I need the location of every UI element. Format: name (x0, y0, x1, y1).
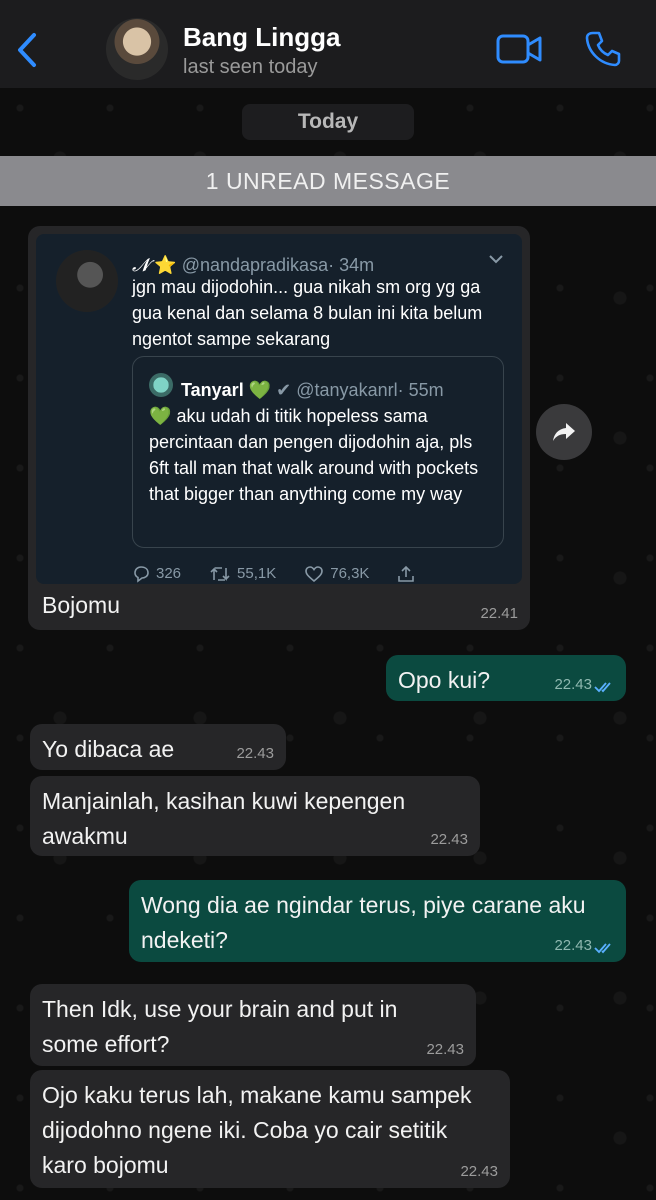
like-count: 76,3K (330, 565, 370, 582)
tweet-text: jgn mau dijodohin... gua nikah sm org yg… (132, 277, 483, 349)
retweet-stat: 55,1K (209, 556, 276, 591)
message-time: 22.43 (430, 831, 468, 848)
contact-name[interactable]: Bang Lingga (183, 22, 340, 53)
message-time: 22.41 (480, 605, 518, 622)
verified-badge-icon: ✔ (276, 380, 292, 400)
message-bubble-tweet[interactable]: 𝓝 ⭐ @nandapradikasa· 34m jgn mau dijodoh… (28, 226, 530, 630)
quoted-tweet: Tanyarl 💚 ✔ @tanyakanrl· 55m 💚 aku udah … (132, 356, 504, 548)
tweet-author-avatar (56, 250, 118, 312)
unread-banner: 1 UNREAD MESSAGE (0, 156, 656, 206)
forward-button[interactable] (536, 404, 592, 460)
quoted-author-avatar (149, 373, 173, 397)
message-bubble-incoming[interactable]: Then Idk, use your brain and put in some… (30, 984, 476, 1066)
back-chevron-icon[interactable] (12, 30, 42, 70)
tweet-actions: 326 55,1K 76,3K (132, 556, 415, 591)
quoted-handle: @tanyakanrl (296, 380, 398, 400)
read-receipt-icon (594, 682, 611, 693)
retweet-count: 55,1K (237, 565, 277, 582)
message-bubble-incoming[interactable]: Ojo kaku terus lah, makane kamu sampek d… (30, 1070, 510, 1188)
chevron-down-icon (489, 255, 503, 264)
message-bubble-incoming[interactable]: Yo dibaca ae 22.43 (30, 724, 286, 770)
tweet-author-symbol: 𝓝 (132, 255, 150, 276)
message-text: Opo kui? (398, 667, 491, 693)
video-call-icon[interactable] (495, 32, 543, 66)
message-time: 22.43 (460, 1163, 498, 1180)
message-text: Ojo kaku terus lah, makane kamu sampek d… (42, 1082, 472, 1178)
date-separator: Today (242, 104, 414, 140)
voice-call-icon[interactable] (584, 30, 622, 68)
reply-stat: 326 (132, 556, 181, 591)
like-stat: 76,3K (304, 556, 369, 591)
message-text: Yo dibaca ae (42, 736, 175, 762)
message-text: Manjainlah, kasihan kuwi kepengen awakmu (42, 788, 406, 849)
retweet-icon (210, 566, 230, 581)
reply-icon (134, 565, 149, 583)
read-receipt-icon (594, 943, 611, 954)
message-time: 22.43 (554, 676, 592, 693)
message-text: Bojomu (42, 592, 120, 618)
tweet-author-emoji: ⭐ (154, 255, 177, 275)
tweet-age: · 34m (328, 255, 375, 275)
message-text: Then Idk, use your brain and put in some… (42, 996, 398, 1057)
quoted-tweet-text: 💚 aku udah di titik hopeless sama percin… (149, 403, 489, 507)
last-seen-status: last seen today (183, 56, 318, 78)
message-time: 22.43 (426, 1041, 464, 1058)
quoted-author-name: Tanyarl (181, 380, 244, 400)
tweet-screenshot[interactable]: 𝓝 ⭐ @nandapradikasa· 34m jgn mau dijodoh… (36, 234, 522, 584)
tweet-handle: @nandapradikasa (181, 255, 329, 275)
share-icon (398, 565, 415, 582)
message-time: 22.43 (236, 745, 274, 762)
chat-header: Bang Lingga last seen today (0, 0, 656, 88)
quoted-age: · 55m (397, 380, 444, 400)
message-time: 22.43 (554, 937, 592, 954)
forward-arrow-icon (553, 423, 575, 441)
reply-count: 326 (156, 565, 182, 582)
message-bubble-outgoing[interactable]: Opo kui? 22.43 (386, 655, 626, 701)
message-bubble-outgoing[interactable]: Wong dia ae ngindar terus, piye carane a… (129, 880, 626, 962)
quoted-author-heart: 💚 (248, 380, 272, 400)
message-bubble-incoming[interactable]: Manjainlah, kasihan kuwi kepengen awakmu… (30, 776, 480, 856)
quoted-text-body: aku udah di titik hopeless sama percinta… (149, 406, 479, 504)
contact-avatar[interactable] (106, 18, 168, 80)
heart-icon (305, 565, 324, 582)
quoted-text-heart: 💚 (149, 406, 172, 426)
message-text: Wong dia ae ngindar terus, piye carane a… (141, 892, 586, 953)
